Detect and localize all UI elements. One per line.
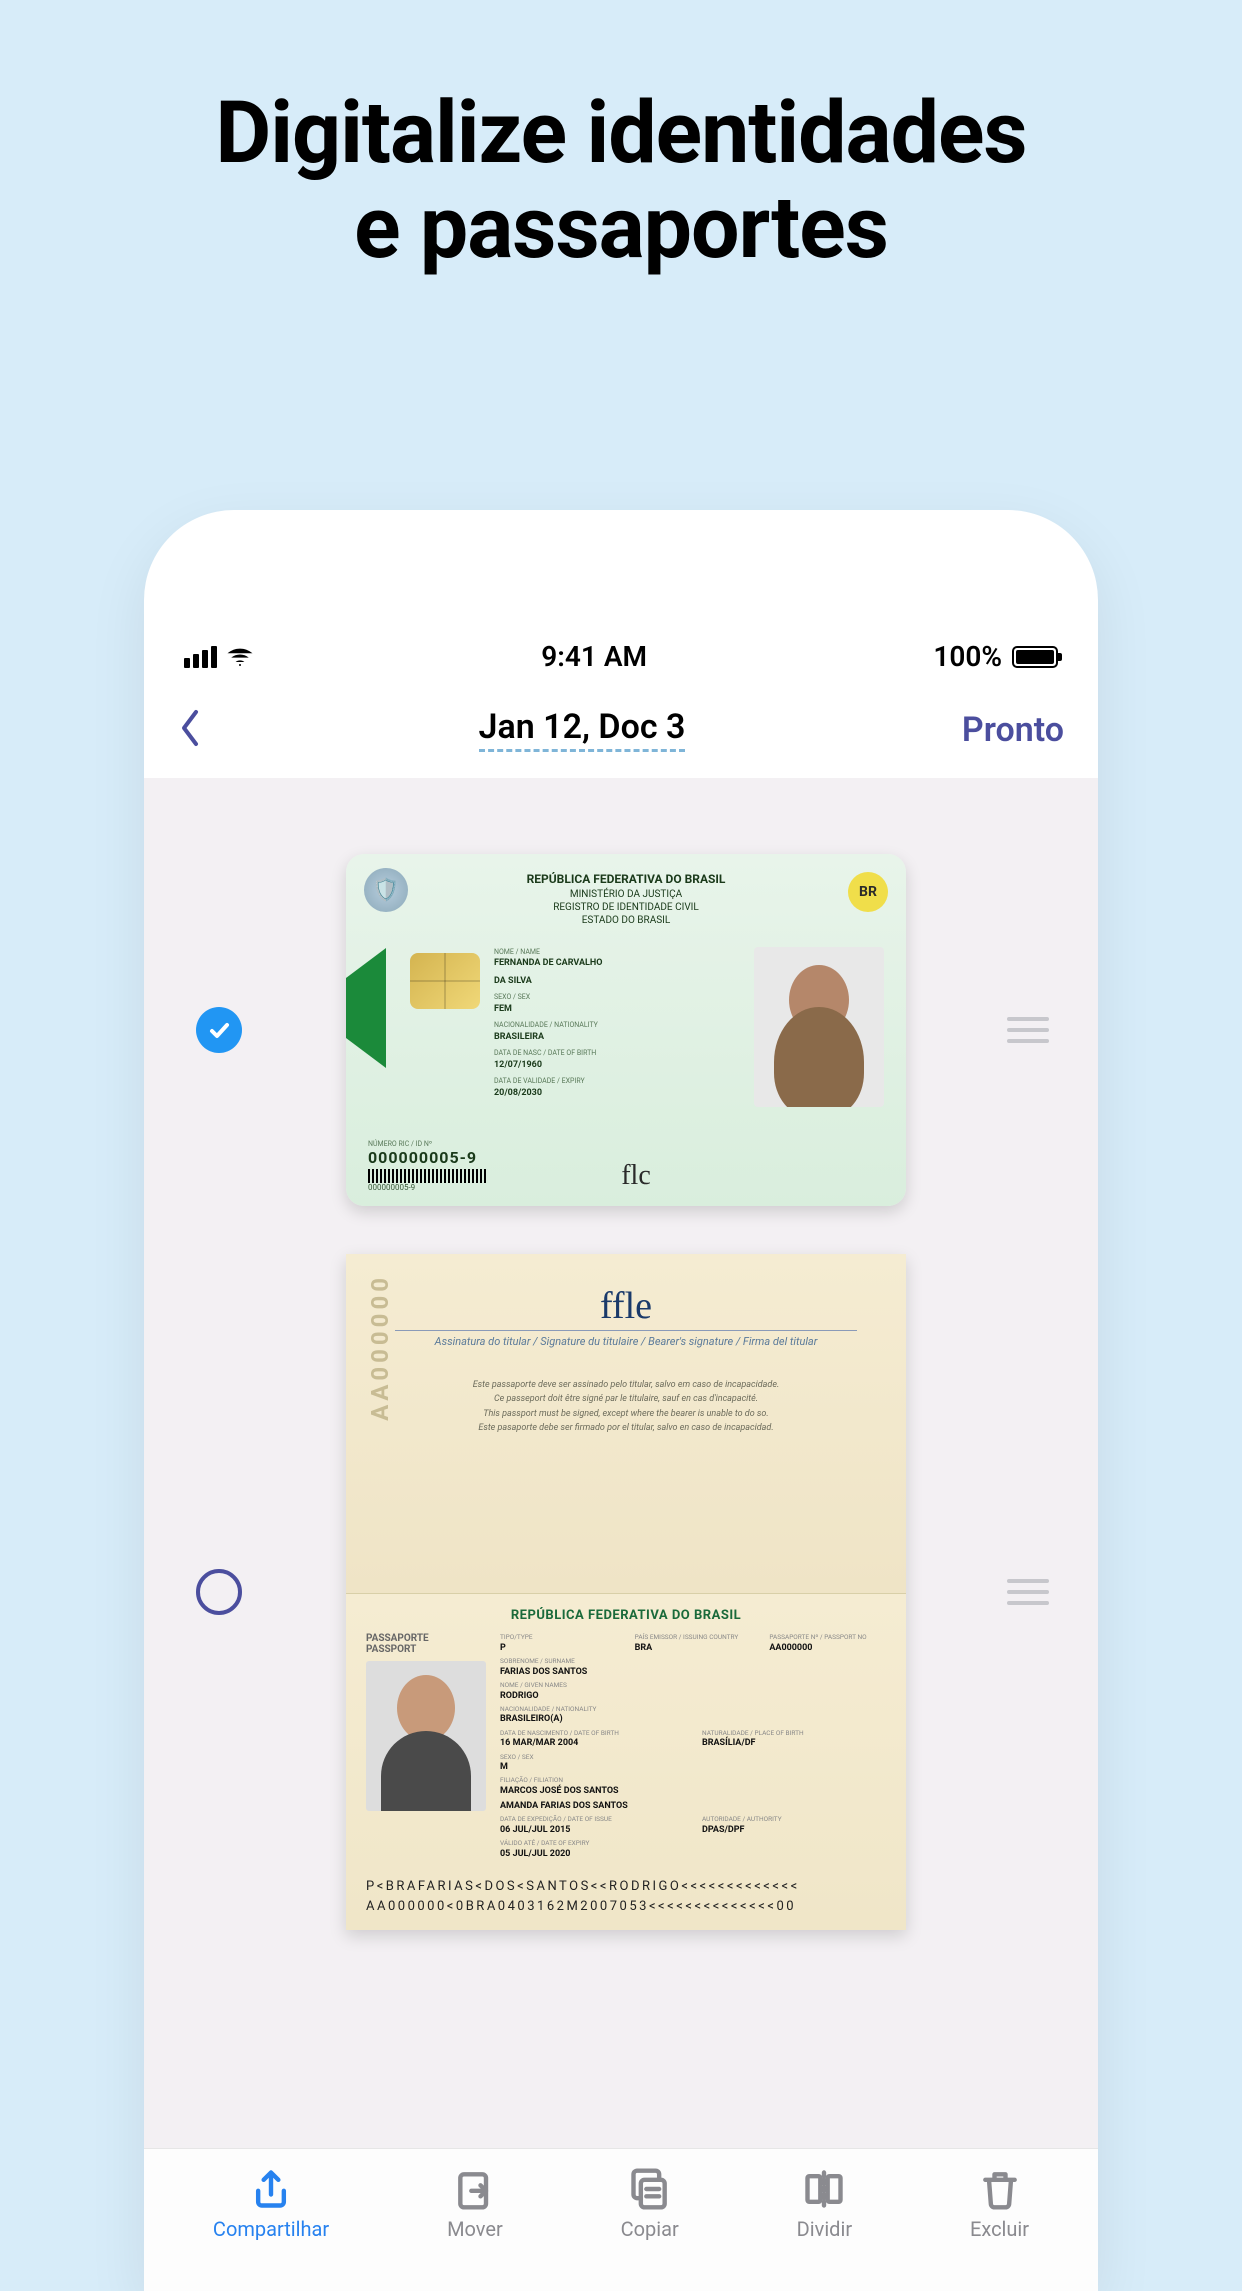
select-checkbox-checked[interactable] (196, 1007, 242, 1053)
phone-frame: 9:41 AM 100% Jan 12, Doc 3 Pronto (144, 510, 1098, 2291)
split-label: Dividir (797, 2217, 852, 2241)
passport-note-2: Ce passeport doit être signé par le titu… (386, 1392, 866, 1406)
id-exp-value: 20/08/2030 (494, 1087, 740, 1101)
share-button[interactable]: Compartilhar (213, 2167, 329, 2241)
pp-fil-lbl: FILIAÇÃO / FILIATION (500, 1776, 886, 1785)
passport-vertical-code: AA000000 (366, 1274, 394, 1421)
passport-note-4: Este pasaporte debe ser firmado por el t… (386, 1421, 866, 1435)
document-row-1: 🛡️ BR REPÚBLICA FEDERATIVA DO BRASIL MIN… (144, 854, 1098, 1206)
pp-type-val: P (500, 1642, 617, 1654)
battery-percent: 100% (933, 640, 1002, 673)
document-list: 🛡️ BR REPÚBLICA FEDERATIVA DO BRASIL MIN… (144, 778, 1098, 2148)
mrz-line-2: AA000000<0BRA0403162M2007053<<<<<<<<<<<<… (366, 1897, 886, 1917)
mrz-line-1: P<BRAFARIAS<DOS<SANTOS<<RODRIGO<<<<<<<<<… (366, 1877, 886, 1897)
pp-sur-lbl: SOBRENOME / SURNAME (500, 1657, 886, 1666)
copy-label: Copiar (621, 2217, 679, 2241)
id-number-label: NÚMERO RIC / ID Nº (368, 1140, 488, 1148)
id-name-value-2: DA SILVA (494, 975, 740, 989)
id-signature: flc (621, 1160, 651, 1192)
signal-icon (184, 646, 217, 668)
barcode-text: 000000005-9 (368, 1183, 488, 1192)
pp-fil-val2: AMANDA FARIAS DOS SANTOS (500, 1800, 886, 1812)
marketing-headline: Digitalize identidades e passaportes (0, 0, 1242, 275)
id-photo (754, 947, 884, 1107)
id-nat-value: BRASILEIRA (494, 1031, 740, 1045)
move-label: Mover (447, 2217, 503, 2241)
passport-photo (366, 1661, 486, 1811)
pp-exp-lbl: VÁLIDO ATÉ / DATE OF EXPIRY (500, 1839, 886, 1848)
document-row-2: AA000000 ffle Assinatura do titular / Si… (144, 1254, 1098, 1930)
pp-plc-val: BRASÍLIA/DF (702, 1737, 886, 1749)
passport-label-2: PASSPORT (366, 1644, 438, 1655)
drag-handle-icon[interactable] (1007, 1579, 1049, 1605)
pp-isd-lbl: DATA DE EXPEDIÇÃO / DATE OF ISSUE (500, 1815, 684, 1824)
pp-sur-val: FARIAS DOS SANTOS (500, 1666, 886, 1678)
split-button[interactable]: Dividir (797, 2167, 852, 2241)
id-ministry: MINISTÉRIO DA JUSTIÇA (368, 888, 884, 901)
select-checkbox-unchecked[interactable] (196, 1569, 242, 1615)
pp-sex-lbl: SEXO / SEX (500, 1753, 886, 1762)
passport-country: REPÚBLICA FEDERATIVA DO BRASIL (366, 1608, 886, 1623)
pp-giv-lbl: NOME / GIVEN NAMES (500, 1681, 886, 1690)
pp-iss-lbl: PAÍS EMISSOR / ISSUING COUNTRY (635, 1633, 752, 1642)
id-registry: REGISTRO DE IDENTIDADE CIVIL (368, 901, 884, 914)
id-state: ESTADO DO BRASIL (368, 914, 884, 927)
pp-plc-lbl: NATURALIDADE / PLACE OF BIRTH (702, 1729, 886, 1738)
br-badge: BR (848, 872, 888, 912)
id-name-value-1: FERNANDA DE CARVALHO (494, 957, 740, 971)
id-sex-value: FEM (494, 1003, 740, 1017)
wifi-icon (225, 642, 255, 672)
id-name-label: NOME / NAME (494, 947, 740, 958)
bottom-toolbar: Compartilhar Mover Copiar Dividir Exclui… (144, 2148, 1098, 2291)
pp-type-lbl: TIPO/TYPE (500, 1633, 617, 1642)
id-nat-label: NACIONALIDADE / NATIONALITY (494, 1020, 740, 1031)
headline-line-2: e passaportes (0, 181, 1242, 276)
pp-isd-val: 06 JUL/JUL 2015 (500, 1824, 684, 1836)
drag-handle-icon[interactable] (1007, 1017, 1049, 1043)
id-number-value: 000000005-9 (368, 1148, 488, 1167)
pp-num-val: AA000000 (769, 1642, 886, 1654)
pp-aut-val: DPAS/DPF (702, 1824, 886, 1836)
id-exp-label: DATA DE VALIDADE / EXPIRY (494, 1076, 740, 1087)
delete-label: Excluir (970, 2217, 1029, 2241)
pp-fil-val1: MARCOS JOSÉ DOS SANTOS (500, 1785, 886, 1797)
battery-icon (1012, 646, 1058, 668)
passport-label-1: PASSAPORTE (366, 1633, 438, 1644)
id-country: REPÚBLICA FEDERATIVA DO BRASIL (368, 872, 884, 888)
signature-label: Assinatura do titular / Signature du tit… (395, 1330, 858, 1348)
id-sex-label: SEXO / SEX (494, 992, 740, 1003)
move-button[interactable]: Mover (447, 2167, 503, 2241)
pp-sex-val: M (500, 1761, 886, 1773)
delete-button[interactable]: Excluir (970, 2167, 1029, 2241)
id-dob-value: 12/07/1960 (494, 1059, 740, 1073)
pp-exp-val: 05 JUL/JUL 2020 (500, 1848, 886, 1860)
passport-preview[interactable]: AA000000 ffle Assinatura do titular / Si… (346, 1254, 906, 1930)
passport-signature: ffle (386, 1284, 866, 1328)
coat-of-arms-icon: 🛡️ (364, 868, 408, 912)
chip-icon (410, 953, 480, 1009)
share-label: Compartilhar (213, 2217, 329, 2241)
copy-button[interactable]: Copiar (621, 2167, 679, 2241)
pp-nat-lbl: NACIONALIDADE / NATIONALITY (500, 1705, 886, 1714)
status-bar: 9:41 AM 100% (144, 640, 1098, 685)
headline-line-1: Digitalize identidades (0, 86, 1242, 181)
id-dob-label: DATA DE NASC / DATE OF BIRTH (494, 1048, 740, 1059)
pp-num-lbl: PASSAPORTE Nº / PASSPORT No (769, 1633, 886, 1642)
pp-dob-lbl: DATA DE NASCIMENTO / DATE OF BIRTH (500, 1729, 684, 1738)
pp-aut-lbl: AUTORIDADE / AUTHORITY (702, 1815, 886, 1824)
pp-dob-val: 16 MAR/MAR 2004 (500, 1737, 684, 1749)
back-button[interactable] (178, 708, 202, 752)
pp-giv-val: RODRIGO (500, 1690, 886, 1702)
navigation-bar: Jan 12, Doc 3 Pronto (144, 685, 1098, 778)
barcode (368, 1169, 488, 1183)
id-card-preview[interactable]: 🛡️ BR REPÚBLICA FEDERATIVA DO BRASIL MIN… (346, 854, 906, 1206)
done-button[interactable]: Pronto (962, 710, 1064, 750)
status-time: 9:41 AM (541, 640, 647, 673)
passport-note-3: This passport must be signed, except whe… (386, 1407, 866, 1421)
passport-note-1: Este passaporte deve ser assinado pelo t… (386, 1378, 866, 1392)
document-title[interactable]: Jan 12, Doc 3 (479, 707, 686, 752)
pp-nat-val: BRASILEIRO(A) (500, 1713, 886, 1725)
pp-iss-val: BRA (635, 1642, 752, 1654)
